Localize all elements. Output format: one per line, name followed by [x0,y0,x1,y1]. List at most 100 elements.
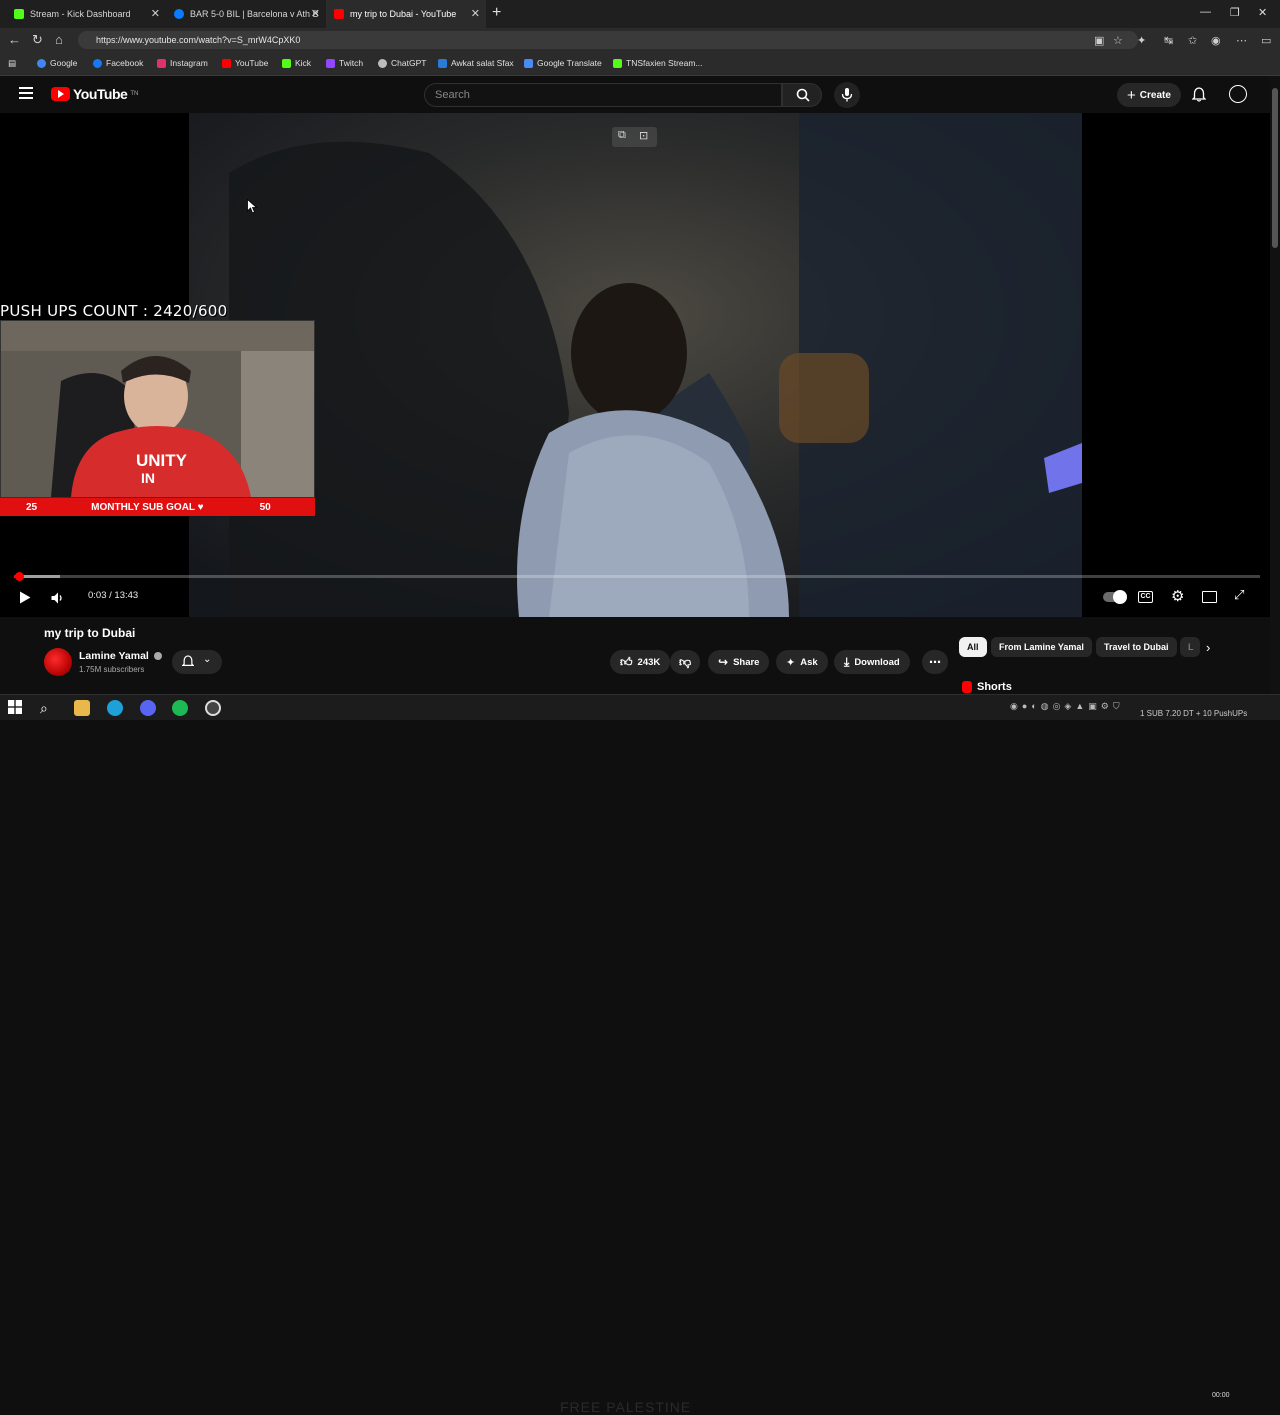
facebook-icon [93,58,102,68]
extensions-icon[interactable]: ✦ [1137,34,1146,47]
share-button[interactable]: ↪ Share [708,650,770,674]
bookmark-awkat-salat[interactable]: Awkat salat Sfax [438,58,514,68]
svg-text:UNITY: UNITY [136,451,188,470]
channel-name[interactable]: Lamine Yamal [79,650,162,662]
autoplay-toggle[interactable] [1103,590,1127,604]
windows-start-icon[interactable] [8,700,24,716]
home-icon[interactable]: ⌂ [55,32,63,47]
volume-icon[interactable] [51,592,65,604]
shorts-section-header: Shorts [962,681,1012,693]
close-window-icon[interactable]: ✕ [1258,6,1267,19]
close-icon[interactable]: ✕ [151,7,160,20]
page-scrollbar[interactable] [1270,76,1280,694]
tab-title: Stream - Kick Dashboard [30,9,131,19]
search-icon[interactable]: ⌕ [40,700,56,716]
reading-list-icon[interactable]: ▤ [8,58,16,69]
bookmark-kick[interactable]: Kick [282,58,311,68]
edge-browser-icon[interactable] [107,700,123,716]
tab-barcelona[interactable]: BAR 5-0 BIL | Barcelona v Ath Bilbao ✕ [166,0,326,28]
discord-icon[interactable] [140,700,156,716]
hamburger-menu-icon[interactable] [19,87,33,99]
search-input[interactable]: Search [424,83,782,107]
translate-icon [524,58,533,68]
chevron-right-icon[interactable]: › [1206,640,1210,655]
url-field[interactable]: https://www.youtube.com/watch?v=S_mrW4Cp… [78,31,1138,49]
bookmark-google-translate[interactable]: Google Translate [524,58,602,68]
sync-icon[interactable]: ↹ [1164,34,1173,47]
bookmark-youtube[interactable]: YouTube [222,58,268,68]
maximize-icon[interactable]: ❐ [1230,6,1240,19]
theater-mode-icon[interactable] [1202,591,1217,603]
screen-capture-icon[interactable]: ⊡ [639,129,648,142]
subscription-notifications-button[interactable]: ⌄ [172,650,222,674]
shorts-icon [962,681,972,693]
sub-goal-target: 50 [259,501,271,513]
autoplay-knob [1113,590,1127,604]
chatgpt-icon [378,58,387,68]
ask-button[interactable]: ✦ Ask [776,650,828,674]
file-explorer-icon[interactable] [74,700,90,716]
site-icon [438,58,447,68]
notifications-bell-icon[interactable] [1192,87,1206,102]
thumbs-up-icon: 👍︎ [620,654,633,669]
more-actions-button[interactable]: ⋯ [922,650,948,674]
new-tab-icon[interactable]: + [492,4,501,22]
mouse-cursor-icon [247,199,257,214]
tab-kick-dashboard[interactable]: Stream - Kick Dashboard ✕ [6,0,166,28]
video-scene [189,113,1082,617]
sparkle-icon: ✦ [786,656,796,669]
download-button[interactable]: ⤓ Download [834,650,910,674]
settings-gear-icon[interactable]: ⚙ [1171,587,1184,605]
chip-overflow[interactable]: L [1180,637,1200,657]
spotify-icon[interactable] [172,700,188,716]
bookmark-google[interactable]: Google [37,58,77,68]
video-player[interactable]: ⧉ ⊡ PUSH UPS COUNT : 2420/600 UNITY IN 2… [0,113,1270,617]
progress-scrubber[interactable] [15,572,24,581]
picture-in-picture-icon[interactable]: ⧉ [618,129,626,142]
bookmark-facebook[interactable]: Facebook [93,58,143,68]
youtube-icon [222,58,231,68]
chip-all[interactable]: All [959,637,987,657]
system-clock[interactable]: 00:00 [1212,1391,1230,1400]
bookmark-chatgpt[interactable]: ChatGPT [378,58,426,68]
tab-title: BAR 5-0 BIL | Barcelona v Ath Bilbao [190,9,318,19]
ask-label: Ask [800,656,818,668]
bookmark-twitch[interactable]: Twitch [326,58,363,68]
progress-bar[interactable] [14,572,1260,581]
kick-icon [282,58,291,68]
channel-avatar[interactable] [44,648,72,676]
scrollbar-thumb[interactable] [1272,88,1278,248]
favorites-icon[interactable]: ✩ [1188,34,1197,47]
browser-tab-strip: Stream - Kick Dashboard ✕ BAR 5-0 BIL | … [0,0,1280,28]
like-button[interactable]: 👍︎ 243K [610,650,671,674]
play-icon[interactable] [19,591,31,604]
dislike-button[interactable]: 👎︎ [670,650,700,674]
bookmark-instagram[interactable]: Instagram [157,58,208,68]
close-icon[interactable]: ✕ [471,7,480,20]
refresh-icon[interactable]: ↻ [32,32,43,48]
chip-travel-dubai[interactable]: Travel to Dubai [1096,637,1177,657]
sidebar-icon[interactable]: ▭ [1261,34,1271,47]
profile-icon[interactable]: ◉ [1211,34,1221,47]
chip-from-channel[interactable]: From Lamine Yamal [991,637,1092,657]
time-display: 0:03 / 13:43 [88,590,138,601]
minimize-icon[interactable]: — [1200,6,1211,18]
account-avatar[interactable] [1229,85,1247,103]
subscriber-count: 1.75M subscribers [79,665,145,674]
tab-youtube[interactable]: my trip to Dubai - YouTube ✕ [326,0,486,28]
create-button[interactable]: + Create [1117,83,1181,107]
close-icon[interactable]: ✕ [311,7,320,20]
obs-icon[interactable] [205,700,221,716]
voice-search-button[interactable] [834,82,860,108]
youtube-logo[interactable]: YouTube TN [51,86,138,102]
bookmark-tnsfaxien[interactable]: TNSfaxien Stream... [613,58,703,68]
download-label: Download [854,656,900,668]
tab-action-icon[interactable]: ▣ [1094,34,1104,47]
more-menu-icon[interactable]: ⋯ [1236,34,1247,47]
back-icon[interactable]: ← [8,32,21,47]
favorite-star-icon[interactable]: ☆ [1113,34,1123,47]
youtube-header: YouTube TN Search + Create [0,76,1280,113]
captions-icon[interactable]: CC [1138,591,1153,603]
fullscreen-icon[interactable]: ⤢ [1234,587,1244,603]
search-button[interactable] [782,83,822,107]
